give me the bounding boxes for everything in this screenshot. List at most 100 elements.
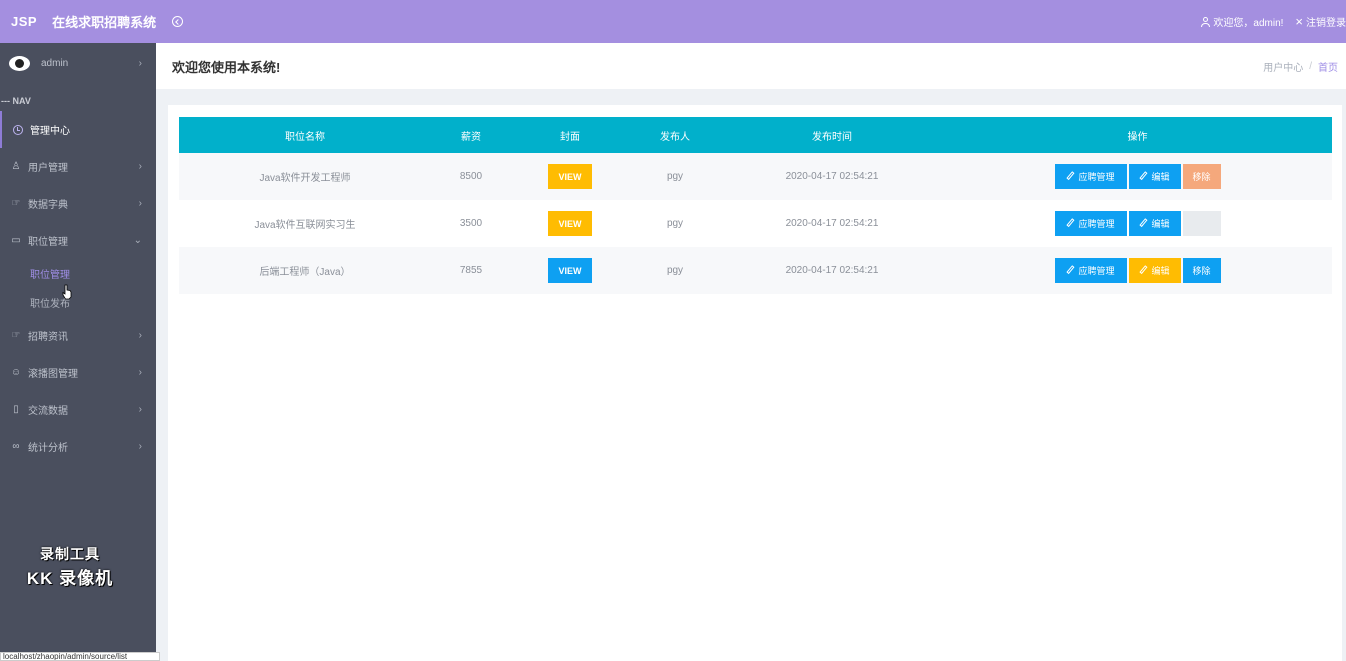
breadcrumb-separator: / (1309, 60, 1312, 72)
chevron-right-icon: › (138, 441, 142, 452)
edit-button[interactable]: 编辑 (1128, 211, 1181, 236)
profile[interactable]: admin › (0, 43, 156, 83)
salary-cell: 7855 (459, 265, 483, 276)
publisher-cell: pgy (666, 171, 684, 182)
welcome-text: 欢迎您，admin! (1213, 18, 1284, 29)
edit-button[interactable]: 编辑 (1128, 164, 1181, 189)
cover-cell: VIEW (511, 200, 629, 247)
cover-cell: VIEW (511, 153, 629, 200)
column-header-name: 职位名称 (285, 131, 325, 143)
apply-manage-button[interactable]: 应聘管理 (1054, 211, 1127, 236)
pencil-icon (1139, 172, 1148, 181)
browser-status-bar: localhost/zhaopin/admin/source/list (0, 652, 160, 661)
actions-cell: 应聘管理 编辑 移除 (943, 200, 1332, 247)
chevron-right-icon: › (138, 161, 142, 172)
salary-cell: 8500 (459, 171, 483, 182)
sidebar-item-users[interactable]: ♙ 用户管理 › (0, 148, 156, 185)
sidebar-item-jobs[interactable]: ▭ 职位管理 ⌄ (0, 222, 156, 259)
publish-time-cell: 2020-04-17 02:54:21 (785, 171, 879, 182)
column-header-cover: 封面 (560, 131, 580, 143)
sidebar: admin › --- NAV 管理中心 ♙ 用户管理 › ☞ 数据字典 › ▭… (0, 43, 156, 661)
sidebar-item-label: 数据字典 (28, 200, 68, 211)
smile-icon: ☺ (10, 367, 22, 378)
breadcrumb-home[interactable]: 用户中心 (1263, 59, 1303, 74)
page-title: 欢迎您使用本系统! (172, 59, 281, 75)
table-row: Java软件开发工程师 8500 VIEW pgy 2020-04-17 02:… (179, 153, 1332, 200)
profile-username: admin (41, 57, 69, 69)
apply-manage-label: 应聘管理 (1078, 172, 1115, 182)
edit-label: 编辑 (1151, 219, 1170, 229)
system-title: 在线求职招聘系统 (52, 15, 157, 30)
sidebar-item-label: 招聘资讯 (28, 332, 68, 343)
page-header: 欢迎您使用本系统! 用户中心 / 首页 (156, 43, 1346, 89)
monitor-icon: ▭ (11, 235, 21, 246)
job-name-cell: Java软件开发工程师 (259, 173, 351, 184)
actions-cell: 应聘管理 编辑 移除 (943, 247, 1332, 294)
main-content: 欢迎您使用本系统! 用户中心 / 首页 职位名称 薪资 封面 发布人 发布时间 … (156, 43, 1346, 661)
remove-button[interactable]: 移除 (1182, 164, 1221, 189)
apply-manage-label: 应聘管理 (1078, 219, 1115, 229)
apply-manage-label: 应聘管理 (1078, 266, 1115, 276)
sidebar-item-label: 滚播图管理 (28, 369, 78, 380)
watermark-line2: KK 录像机 (26, 569, 114, 588)
brand-logo-text: JSP (11, 14, 38, 29)
remove-button[interactable]: 移除 (1182, 211, 1221, 236)
publisher-cell: pgy (666, 265, 684, 276)
sidebar-item-label: 交流数据 (28, 406, 68, 417)
breadcrumb-current[interactable]: 首页 (1318, 59, 1338, 74)
publish-time-cell: 2020-04-17 02:54:21 (785, 218, 879, 229)
sidebar-item-news[interactable]: ☞ 招聘资讯 › (0, 317, 156, 354)
hand-icon: ☞ (11, 198, 21, 209)
pencil-icon (1066, 219, 1075, 228)
close-icon: × (1295, 13, 1303, 29)
apply-manage-button[interactable]: 应聘管理 (1054, 258, 1127, 283)
chevron-down-icon: ⌄ (133, 235, 142, 246)
logout-button[interactable]: × 注销登录 (1295, 13, 1346, 30)
sidebar-subitem-job-manage[interactable]: 职位管理 (0, 259, 156, 288)
sidebar-item-dictionary[interactable]: ☞ 数据字典 › (0, 185, 156, 222)
sidebar-item-label: 职位管理 (28, 237, 68, 248)
view-cover-button[interactable]: VIEW (548, 164, 592, 189)
actions-cell: 应聘管理 编辑 移除 (943, 153, 1332, 200)
view-cover-button[interactable]: VIEW (548, 258, 592, 283)
pencil-icon (1139, 266, 1148, 275)
mouse-cursor-icon (62, 284, 72, 300)
sidebar-item-carousel[interactable]: ☺ 滚播图管理 › (0, 354, 156, 391)
edit-label: 编辑 (1151, 172, 1170, 182)
breadcrumb: 用户中心 / 首页 (1263, 59, 1338, 74)
job-name-cell: Java软件互联网实习生 (254, 220, 356, 231)
edit-button[interactable]: 编辑 (1128, 258, 1181, 283)
sidebar-item-label: 统计分析 (28, 443, 68, 454)
salary-cell: 3500 (459, 218, 483, 229)
remove-button[interactable]: 移除 (1182, 258, 1221, 283)
pencil-icon (1066, 172, 1075, 181)
sidebar-item-dashboard[interactable]: 管理中心 (0, 111, 156, 148)
sidebar-item-exchange[interactable]: ▯ 交流数据 › (0, 391, 156, 428)
collapse-sidebar-icon[interactable] (172, 16, 184, 27)
column-header-time: 发布时间 (812, 131, 852, 143)
chevron-right-icon: › (138, 198, 142, 209)
link-icon: ∞ (12, 441, 20, 452)
sidebar-subitem-job-publish[interactable]: 职位发布 (0, 288, 156, 317)
pencil-icon (1066, 266, 1075, 275)
cover-cell: VIEW (511, 247, 629, 294)
welcome-user[interactable]: 欢迎您，admin! (1201, 14, 1283, 29)
apply-manage-button[interactable]: 应聘管理 (1054, 164, 1127, 189)
nav-header: --- NAV (1, 96, 31, 106)
table-row: Java软件互联网实习生 3500 VIEW pgy 2020-04-17 02… (179, 200, 1332, 247)
column-header-actions: 操作 (1127, 131, 1148, 143)
view-cover-button[interactable]: VIEW (548, 211, 592, 236)
watermark-line1: 录制工具 (40, 546, 100, 562)
user-icon (1201, 16, 1211, 27)
job-name-cell: 后端工程师（Java） (259, 267, 351, 278)
column-header-publisher: 发布人 (660, 131, 690, 143)
sidebar-item-stats[interactable]: ∞ 统计分析 › (0, 428, 156, 465)
chevron-right-icon: › (138, 404, 142, 415)
bulb-icon: ♙ (11, 161, 21, 172)
column-header-salary: 薪资 (461, 131, 481, 143)
chevron-right-icon: › (138, 367, 142, 378)
sidebar-item-label: 用户管理 (28, 163, 68, 174)
top-bar: JSP 在线求职招聘系统 欢迎您，admin! × 注销登录 (0, 0, 1346, 43)
top-right-menu: 欢迎您，admin! × 注销登录 (1201, 0, 1346, 43)
job-table-card: 职位名称 薪资 封面 发布人 发布时间 操作 Java软件开发工程师 8500 … (168, 105, 1342, 661)
